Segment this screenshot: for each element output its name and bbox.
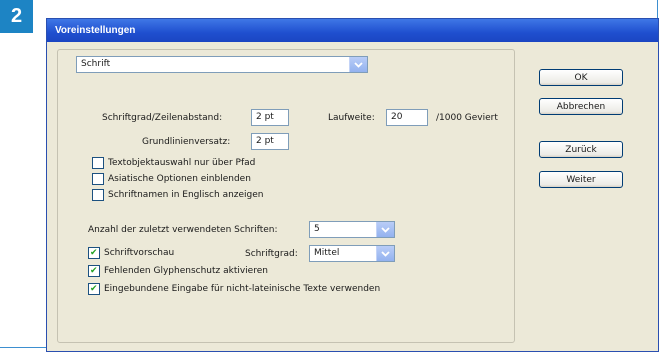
chevron-down-icon[interactable] bbox=[376, 222, 394, 237]
checkbox-label: Schriftnamen in Englisch anzeigen bbox=[108, 190, 264, 200]
category-select-value: Schrift bbox=[81, 59, 111, 69]
englisch-checkbox[interactable]: Schriftnamen in Englisch anzeigen bbox=[92, 189, 264, 201]
laufweite-field[interactable]: 20 bbox=[386, 109, 428, 126]
category-select[interactable]: Schrift bbox=[76, 56, 368, 73]
preferences-dialog: Voreinstellungen Schrift Schriftgrad/Zei… bbox=[46, 18, 659, 352]
checkbox-box[interactable] bbox=[92, 173, 104, 185]
laufweite-label: Laufweite: bbox=[328, 113, 375, 123]
schriftgrad-size-label: Schriftgrad: bbox=[245, 249, 298, 259]
checkbox-box[interactable]: ✔ bbox=[88, 265, 100, 277]
recent-fonts-select[interactable]: 5 bbox=[309, 221, 395, 238]
grundlinie-label: Grundlinienversatz: bbox=[142, 137, 231, 147]
recent-fonts-label: Anzahl der zuletzt verwendeten Schriften… bbox=[88, 225, 278, 235]
cancel-button[interactable]: Abbrechen bbox=[539, 98, 623, 115]
schriftgrad-field[interactable]: 2 pt bbox=[251, 109, 289, 126]
step-badge: 2 bbox=[0, 0, 33, 33]
checkbox-label: Eingebundene Eingabe für nicht-lateinisc… bbox=[104, 284, 381, 294]
checkbox-label: Schriftvorschau bbox=[104, 248, 175, 258]
check-icon: ✔ bbox=[90, 284, 98, 294]
asiatisch-checkbox[interactable]: Asiatische Optionen einblenden bbox=[92, 173, 251, 185]
recent-fonts-value: 5 bbox=[314, 224, 320, 234]
settings-group: Schrift Schriftgrad/Zeilenabstand: 2 pt … bbox=[57, 49, 515, 343]
preview-size-value: Mittel bbox=[314, 248, 340, 258]
check-icon: ✔ bbox=[90, 266, 98, 276]
checkbox-label: Asiatische Optionen einblenden bbox=[108, 174, 251, 184]
checkbox-box[interactable] bbox=[92, 157, 104, 169]
preview-size-select[interactable]: Mittel bbox=[309, 245, 395, 262]
grundlinie-field[interactable]: 2 pt bbox=[251, 133, 289, 150]
laufweite-unit: /1000 Geviert bbox=[436, 113, 498, 123]
next-button[interactable]: Weiter bbox=[539, 171, 623, 188]
schriftvorschau-checkbox[interactable]: ✔ Schriftvorschau bbox=[88, 247, 174, 259]
checkbox-box[interactable]: ✔ bbox=[88, 283, 100, 295]
schriftgrad-label: Schriftgrad/Zeilenabstand: bbox=[102, 113, 223, 123]
checkbox-box[interactable]: ✔ bbox=[88, 247, 100, 259]
ok-button[interactable]: OK bbox=[539, 69, 623, 86]
eingabe-checkbox[interactable]: ✔ Eingebundene Eingabe für nicht-lateini… bbox=[88, 283, 380, 295]
checkbox-label: Textobjektauswahl nur über Pfad bbox=[108, 158, 256, 168]
chevron-down-icon[interactable] bbox=[349, 57, 367, 72]
textobjekt-checkbox[interactable]: Textobjektauswahl nur über Pfad bbox=[92, 157, 255, 169]
checkbox-label: Fehlenden Glyphenschutz aktivieren bbox=[104, 266, 268, 276]
chevron-down-icon[interactable] bbox=[376, 246, 394, 261]
glyphenschutz-checkbox[interactable]: ✔ Fehlenden Glyphenschutz aktivieren bbox=[88, 265, 268, 277]
back-button[interactable]: Zurück bbox=[539, 141, 623, 158]
checkbox-box[interactable] bbox=[92, 189, 104, 201]
dialog-title: Voreinstellungen bbox=[47, 19, 658, 42]
check-icon: ✔ bbox=[90, 248, 98, 258]
